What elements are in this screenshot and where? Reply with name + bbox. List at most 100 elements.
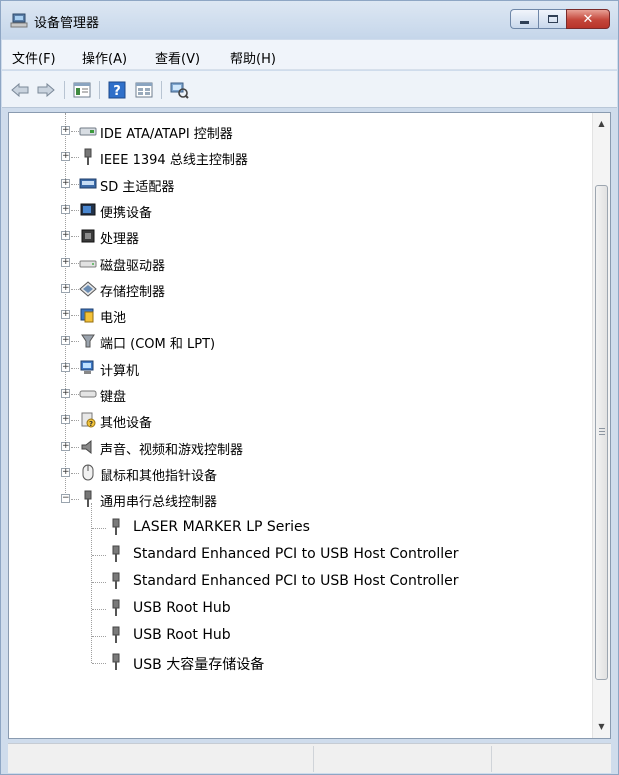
tree-category-row[interactable]: + 电池: [9, 302, 589, 328]
tree-category-row[interactable]: + 端口 (COM 和 LPT): [9, 328, 589, 354]
forward-arrow-icon: [37, 83, 55, 97]
scroll-down-arrow[interactable]: ▼: [593, 718, 610, 735]
status-bar: [8, 743, 611, 773]
tree-category-row[interactable]: + IDE ATA/ATAPI 控制器: [9, 118, 589, 144]
disk-drive-icon: [79, 255, 97, 271]
sd-card-icon: [79, 176, 97, 192]
tree-category-row[interactable]: +? 其他设备: [9, 407, 589, 433]
tree-category-row[interactable]: + SD 主适配器: [9, 171, 589, 197]
other-device-icon: ?: [79, 412, 97, 428]
expand-toggle-icon[interactable]: +: [61, 178, 70, 188]
toolbar-separator: [99, 81, 100, 99]
computer-icon: [79, 360, 97, 376]
tree-category-label: 计算机: [100, 363, 140, 379]
tree-category-label: 存储控制器: [100, 284, 166, 300]
vertical-scrollbar[interactable]: ▲ ▼: [592, 113, 610, 738]
tree-category-label: 通用串行总线控制器: [100, 495, 218, 511]
tree-category-row[interactable]: + 鼠标和其他指针设备: [9, 460, 589, 486]
port-icon: [79, 333, 97, 349]
menu-view[interactable]: 查看(V): [155, 48, 200, 67]
expand-toggle-icon[interactable]: +: [61, 231, 70, 241]
maximize-icon: [547, 15, 558, 23]
help-button[interactable]: ?: [107, 81, 127, 99]
expand-toggle-icon[interactable]: +: [61, 126, 70, 135]
battery-icon: [79, 307, 97, 323]
tree-guide-line: [71, 341, 79, 343]
minimize-icon: [520, 20, 529, 24]
expand-toggle-icon[interactable]: +: [61, 283, 70, 293]
tree-guide-line: [92, 554, 106, 556]
tree-category-row[interactable]: + 键盘: [9, 381, 589, 407]
processor-icon: [79, 228, 97, 244]
status-segment: [313, 746, 491, 772]
tree-device-label: LASER MARKER LP Series: [133, 518, 310, 535]
expand-toggle-icon[interactable]: +: [61, 389, 70, 398]
scan-hardware-button[interactable]: [168, 81, 190, 99]
expand-toggle-icon[interactable]: +: [61, 152, 70, 162]
tree-category-row[interactable]: + 计算机: [9, 355, 589, 381]
portable-device-icon: [79, 202, 97, 218]
menu-help[interactable]: 帮助(H): [230, 48, 276, 67]
tree-category-row[interactable]: + 声音、视频和游戏控制器: [9, 434, 589, 460]
expand-toggle-icon[interactable]: +: [61, 257, 70, 267]
usb-device-icon: [107, 626, 125, 643]
forward-button[interactable]: [36, 81, 56, 99]
back-button[interactable]: [10, 81, 30, 99]
svg-text:?: ?: [113, 84, 121, 99]
expand-toggle-icon[interactable]: +: [61, 441, 70, 451]
tree-guide-line: [71, 209, 79, 211]
usb-device-icon: [107, 572, 125, 589]
toolbar-separator: [64, 81, 65, 99]
tree-device-row[interactable]: USB Root Hub: [9, 623, 589, 649]
properties-button[interactable]: [72, 81, 92, 99]
title-bar[interactable]: 设备管理器 ✕: [1, 1, 618, 39]
expand-toggle-icon[interactable]: +: [61, 336, 70, 346]
toolbar-separator: [161, 81, 162, 99]
tree-device-row[interactable]: Standard Enhanced PCI to USB Host Contro…: [9, 569, 589, 595]
scroll-grip-icon: [599, 428, 605, 435]
expand-toggle-icon[interactable]: +: [61, 415, 70, 425]
tree-category-row[interactable]: − 通用串行总线控制器: [9, 486, 589, 512]
tree-guide-line: [71, 183, 79, 185]
scroll-thumb[interactable]: [595, 185, 608, 680]
tree-category-row[interactable]: + IEEE 1394 总线主控制器: [9, 144, 589, 170]
collapse-toggle-icon[interactable]: −: [61, 494, 70, 504]
close-button[interactable]: ✕: [566, 9, 610, 29]
tree-guide-line: [71, 262, 79, 264]
scan-hardware-icon: [170, 82, 189, 99]
tree-device-row[interactable]: USB Root Hub: [9, 596, 589, 622]
usb-device-icon: [107, 545, 125, 562]
expand-toggle-icon[interactable]: +: [61, 204, 70, 214]
tree-category-label: 端口 (COM 和 LPT): [100, 337, 216, 353]
menu-action[interactable]: 操作(A): [82, 48, 127, 67]
tree-category-row[interactable]: + 磁盘驱动器: [9, 250, 589, 276]
expand-toggle-icon[interactable]: +: [61, 362, 70, 372]
tree-guide-line: [71, 420, 79, 422]
tree-category-row[interactable]: + 存储控制器: [9, 276, 589, 302]
tree-category-label: 声音、视频和游戏控制器: [100, 442, 244, 458]
scroll-up-arrow[interactable]: ▲: [593, 115, 610, 132]
keyboard-icon: [79, 386, 97, 402]
properties-icon: [73, 82, 91, 98]
menu-file[interactable]: 文件(F): [12, 48, 56, 67]
tree-category-label: 其他设备: [100, 416, 153, 432]
tree-category-row[interactable]: + 处理器: [9, 223, 589, 249]
tree-category-label: 磁盘驱动器: [100, 258, 166, 274]
tree-category-row[interactable]: + 便携设备: [9, 197, 589, 223]
usb-device-icon: [107, 599, 125, 616]
usb-device-icon: [107, 518, 125, 535]
mouse-icon: [79, 464, 97, 481]
expand-toggle-icon[interactable]: +: [61, 310, 70, 320]
tree-device-row[interactable]: LASER MARKER LP Series: [9, 515, 589, 541]
tree-device-row[interactable]: Standard Enhanced PCI to USB Host Contro…: [9, 542, 589, 568]
maximize-button[interactable]: [538, 9, 566, 29]
minimize-button[interactable]: [510, 9, 538, 29]
speaker-icon: [79, 439, 97, 455]
expand-toggle-icon[interactable]: +: [61, 467, 70, 477]
tree-device-label: Standard Enhanced PCI to USB Host Contro…: [133, 572, 459, 589]
ide-controller-icon: [79, 123, 97, 139]
view-button[interactable]: [134, 81, 154, 99]
tree-guide-line: [71, 157, 79, 159]
tree-device-row[interactable]: USB 大容量存储设备: [9, 650, 589, 676]
device-tree[interactable]: ▲ ▼ + IDE ATA/ATAPI 控制器 + IEEE 1394 总线主控制器 +…: [8, 112, 611, 739]
